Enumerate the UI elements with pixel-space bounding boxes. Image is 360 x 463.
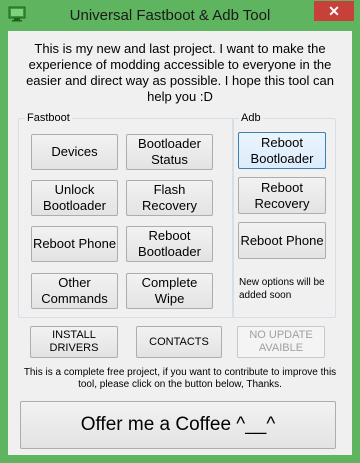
fastboot-reboot-phone-button[interactable]: Reboot Phone xyxy=(31,226,118,262)
complete-wipe-button[interactable]: Complete Wipe xyxy=(126,273,213,309)
monitor-icon xyxy=(8,6,26,22)
adb-new-options-note: New options will be added soon xyxy=(239,277,325,301)
install-drivers-button[interactable]: INSTALL DRIVERS xyxy=(30,326,118,358)
window-title: Universal Fastboot & Adb Tool xyxy=(69,7,271,24)
title-bar[interactable]: Universal Fastboot & Adb Tool ✕ xyxy=(0,0,360,31)
offer-coffee-button[interactable]: Offer me a Coffee ^__^ xyxy=(20,401,336,449)
main-panel: This is my new and last project. I want … xyxy=(8,31,352,455)
adb-reboot-recovery-button[interactable]: Reboot Recovery xyxy=(238,177,326,214)
fastboot-group-label: Fastboot xyxy=(25,112,72,124)
app-window: Universal Fastboot & Adb Tool ✕ This is … xyxy=(0,0,360,463)
no-update-button: NO UPDATE AVAIBLE xyxy=(237,326,325,358)
adb-group: Adb Reboot Bootloader Reboot Recovery Re… xyxy=(232,112,336,318)
other-commands-button[interactable]: Other Commands xyxy=(31,273,118,309)
contacts-button[interactable]: CONTACTS xyxy=(136,326,222,358)
bootloader-status-button[interactable]: Bootloader Status xyxy=(126,134,213,170)
fastboot-reboot-bootloader-button[interactable]: Reboot Bootloader xyxy=(126,226,213,262)
intro-text: This is my new and last project. I want … xyxy=(26,41,334,104)
adb-reboot-bootloader-button[interactable]: Reboot Bootloader xyxy=(238,132,326,169)
unlock-bootloader-button[interactable]: Unlock Bootloader xyxy=(31,180,118,216)
contribute-text: This is a complete free project, if you … xyxy=(23,367,337,390)
adb-group-label: Adb xyxy=(239,112,263,124)
fastboot-group: Fastboot Devices Bootloader Status Unloc… xyxy=(18,112,234,318)
devices-button[interactable]: Devices xyxy=(31,134,118,170)
flash-recovery-button[interactable]: Flash Recovery xyxy=(126,180,213,216)
adb-reboot-phone-button[interactable]: Reboot Phone xyxy=(238,222,326,259)
close-icon: ✕ xyxy=(328,2,340,19)
close-button[interactable]: ✕ xyxy=(314,1,354,21)
